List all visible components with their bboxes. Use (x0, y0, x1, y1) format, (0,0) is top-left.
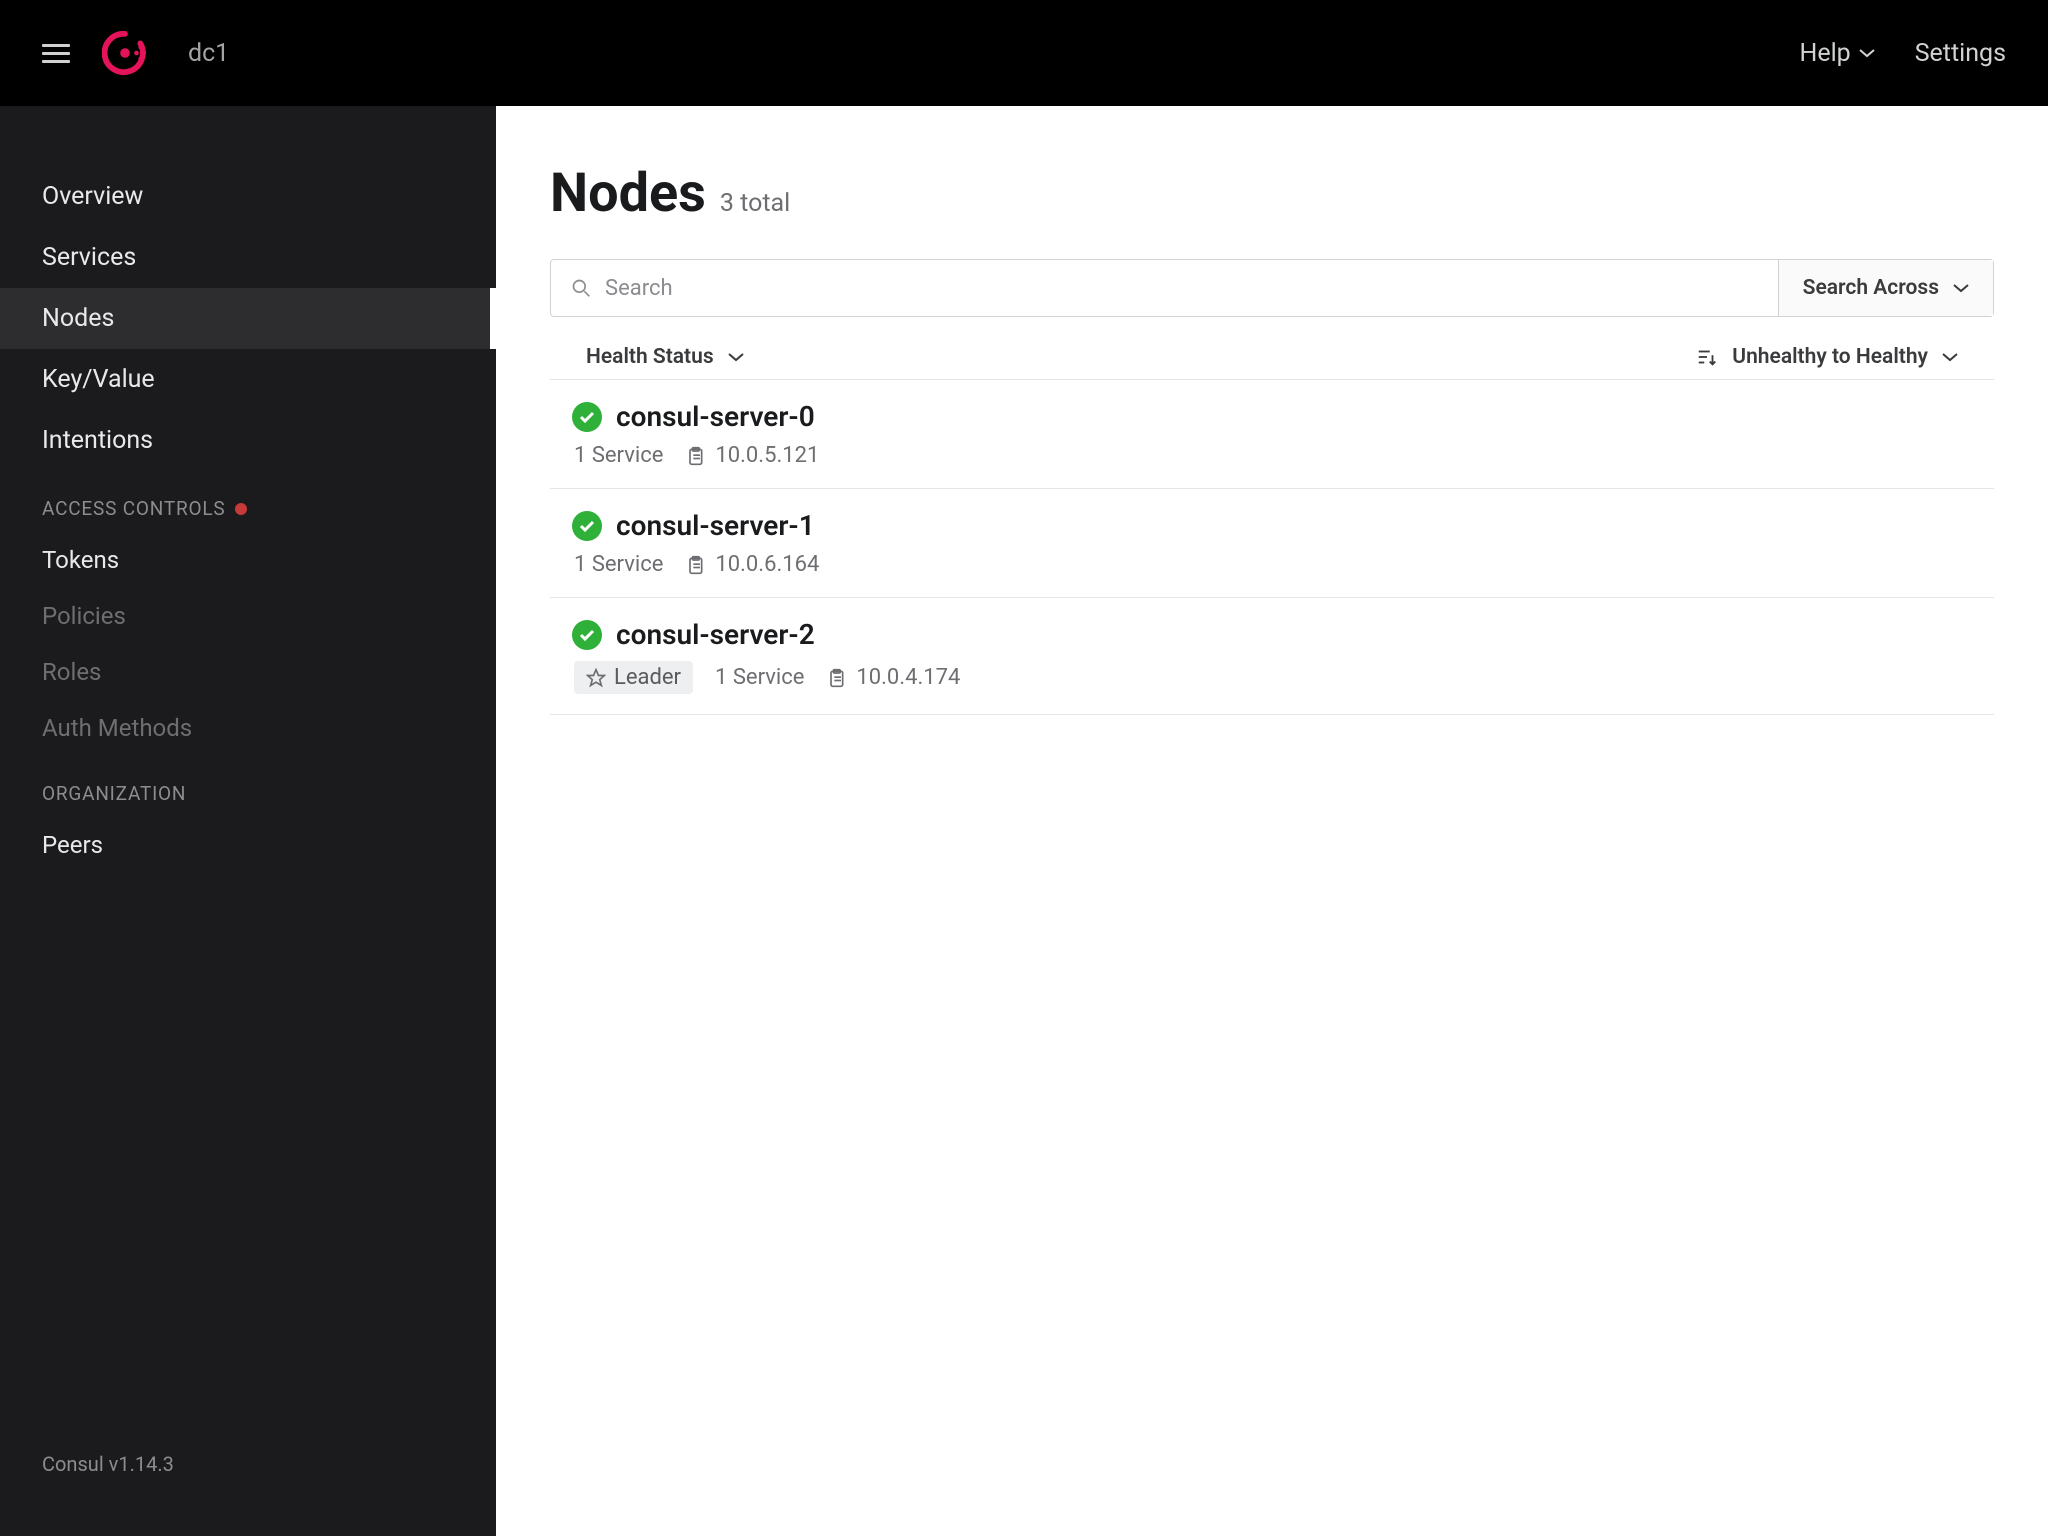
sort-icon (1696, 346, 1718, 368)
organization-heading: ORGANIZATION (0, 756, 496, 817)
help-label: Help (1799, 39, 1850, 68)
search-bar: Search Across (550, 259, 1994, 317)
star-icon (586, 668, 606, 688)
total-count: 3 total (720, 189, 790, 218)
clipboard-icon[interactable] (685, 445, 705, 467)
main-content: Nodes 3 total Search Across Health Statu… (496, 106, 2048, 1536)
node-row[interactable]: consul-server-2 Leader 1 Service 10.0.4.174 (550, 598, 1994, 715)
search-across-label: Search Across (1803, 276, 1939, 300)
sidebar-item-peers[interactable]: Peers (0, 817, 496, 873)
help-menu[interactable]: Help (1799, 39, 1874, 68)
settings-label: Settings (1915, 39, 2006, 68)
service-count: 1 Service (574, 552, 663, 577)
search-input[interactable] (605, 276, 1758, 301)
clipboard-icon[interactable] (826, 667, 846, 689)
health-status-label: Health Status (586, 345, 714, 369)
healthy-check-icon (572, 511, 602, 541)
node-row[interactable]: consul-server-0 1 Service 10.0.5.121 (550, 380, 1994, 489)
node-row[interactable]: consul-server-1 1 Service 10.0.6.164 (550, 489, 1994, 598)
chevron-down-icon (1859, 48, 1875, 58)
clipboard-icon[interactable] (685, 554, 705, 576)
topbar: dc1 Help Settings (0, 0, 2048, 106)
sort-label: Unhealthy to Healthy (1732, 345, 1928, 369)
node-ip: 10.0.4.174 (856, 665, 960, 690)
node-ip: 10.0.5.121 (715, 443, 819, 468)
health-status-filter[interactable]: Health Status (586, 345, 744, 369)
node-name: consul-server-1 (616, 509, 815, 542)
healthy-check-icon (572, 402, 602, 432)
sidebar-item-intentions[interactable]: Intentions (0, 410, 496, 471)
sidebar-item-overview[interactable]: Overview (0, 166, 496, 227)
service-count: 1 Service (574, 443, 663, 468)
search-across-dropdown[interactable]: Search Across (1778, 260, 1993, 316)
sidebar-item-policies: Policies (0, 588, 496, 644)
sidebar-item-tokens[interactable]: Tokens (0, 532, 496, 588)
page-title: Nodes (550, 162, 706, 225)
sidebar-item-nodes[interactable]: Nodes (0, 288, 496, 349)
status-dot-icon (235, 503, 247, 515)
sidebar-item-key-value[interactable]: Key/Value (0, 349, 496, 410)
chevron-down-icon (1942, 352, 1958, 362)
version-label: Consul v1.14.3 (0, 1432, 496, 1506)
settings-link[interactable]: Settings (1915, 39, 2006, 68)
chevron-down-icon (728, 352, 744, 362)
healthy-check-icon (572, 620, 602, 650)
sidebar-item-services[interactable]: Services (0, 227, 496, 288)
node-name: consul-server-0 (616, 400, 815, 433)
sort-dropdown[interactable]: Unhealthy to Healthy (1696, 345, 1958, 369)
consul-logo[interactable] (102, 30, 148, 76)
service-count: 1 Service (715, 665, 804, 690)
sidebar: OverviewServicesNodesKey/ValueIntentions… (0, 106, 496, 1536)
access-controls-heading: ACCESS CONTROLS (0, 471, 496, 532)
node-name: consul-server-2 (616, 618, 815, 651)
leader-badge: Leader (574, 661, 693, 694)
datacenter-label[interactable]: dc1 (188, 39, 229, 68)
hamburger-menu-icon[interactable] (42, 44, 70, 63)
sidebar-item-auth-methods: Auth Methods (0, 700, 496, 756)
node-ip: 10.0.6.164 (715, 552, 819, 577)
sidebar-item-roles: Roles (0, 644, 496, 700)
search-icon (571, 278, 591, 298)
chevron-down-icon (1953, 283, 1969, 293)
